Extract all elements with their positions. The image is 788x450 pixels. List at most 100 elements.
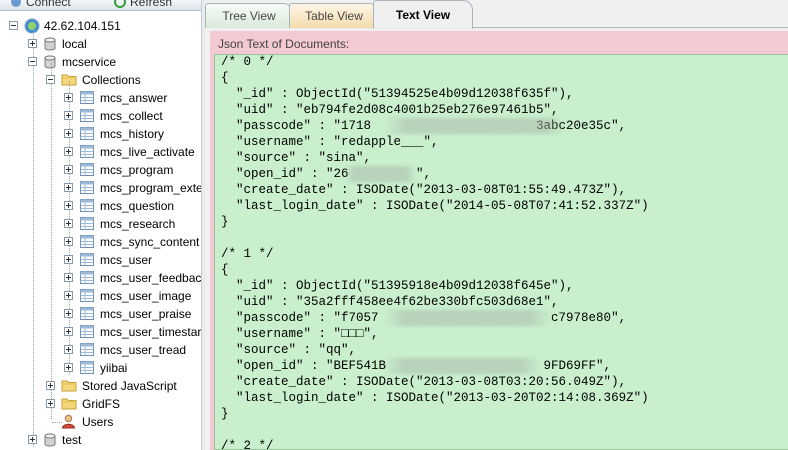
- collection-table-icon: [80, 109, 94, 122]
- tree-collection-item[interactable]: mcs_user_feedback: [0, 269, 201, 287]
- collection-label: mcs_live_activate: [100, 145, 195, 159]
- redaction-blur: [385, 358, 540, 374]
- collection-label: yiibai: [100, 361, 128, 375]
- expand-icon[interactable]: [64, 237, 73, 246]
- collection-table-icon: [80, 235, 94, 248]
- expand-icon[interactable]: [64, 273, 73, 282]
- connect-label: Connect: [26, 0, 71, 9]
- expand-icon[interactable]: [64, 201, 73, 210]
- tree-collection-item[interactable]: yiibai: [0, 359, 201, 377]
- expand-icon[interactable]: [46, 399, 55, 408]
- json-code-line: "create_date" : ISODate("2013-03-08T01:5…: [221, 183, 627, 197]
- collection-label: mcs_sync_content: [100, 235, 200, 249]
- tree-collections-folder[interactable]: Collections: [0, 71, 201, 89]
- json-code-line: /* 2 */: [221, 439, 274, 450]
- collection-label: mcs_answer: [100, 91, 168, 105]
- collection-table-icon: [80, 361, 94, 374]
- expand-icon[interactable]: [64, 165, 73, 174]
- collection-table-icon: [80, 253, 94, 266]
- collection-label: mcs_program: [100, 163, 174, 177]
- database-icon: [44, 433, 56, 447]
- collection-label: mcs_research: [100, 217, 176, 231]
- expand-icon[interactable]: [64, 183, 73, 192]
- json-code-line: /* 0 */: [221, 55, 274, 69]
- document-pane: Tree View Table View Text View Json Text…: [205, 0, 788, 450]
- tree-collection-item[interactable]: mcs_program_exte: [0, 179, 201, 197]
- db-label-local: local: [62, 37, 87, 51]
- database-icon: [44, 37, 56, 51]
- expand-icon[interactable]: [64, 363, 73, 372]
- db-label-mcservice: mcservice: [62, 55, 117, 69]
- tree-collection-item[interactable]: mcs_user_timestar: [0, 323, 201, 341]
- collection-table-icon: [80, 271, 94, 284]
- expand-icon[interactable]: [64, 219, 73, 228]
- collection-table-icon: [80, 91, 94, 104]
- json-code-line: "_id" : ObjectId("51394525e4b09d12038f63…: [221, 87, 574, 101]
- json-code-line: }: [221, 407, 229, 421]
- json-code-line: "username" : "redapple___",: [221, 135, 439, 149]
- json-documents-panel: Json Text of Documents: /* 0 */ { "_id" :…: [210, 31, 788, 450]
- collection-table-icon: [80, 325, 94, 338]
- tree-collection-item[interactable]: mcs_sync_content: [0, 233, 201, 251]
- expand-icon[interactable]: [64, 93, 73, 102]
- expand-icon[interactable]: [64, 147, 73, 156]
- tree-collection-item[interactable]: mcs_program: [0, 161, 201, 179]
- view-tabs: Tree View Table View Text View: [205, 0, 788, 29]
- collection-table-icon: [80, 343, 94, 356]
- redaction-blur: [345, 166, 415, 182]
- json-text-label: Json Text of Documents:: [218, 37, 350, 51]
- expand-icon[interactable]: [46, 381, 55, 390]
- tab-text-view[interactable]: Text View: [373, 0, 473, 29]
- collapse-icon[interactable]: [9, 21, 18, 30]
- tree-collection-item[interactable]: mcs_collect: [0, 107, 201, 125]
- json-text-editor[interactable]: /* 0 */ { "_id" : ObjectId("51394525e4b09…: [214, 54, 788, 450]
- tree-collection-item[interactable]: mcs_answer: [0, 89, 201, 107]
- users-label: Users: [82, 415, 114, 429]
- json-code-line: "last_login_date" : ISODate("2014-05-08T…: [221, 199, 649, 213]
- collection-table-icon: [80, 199, 94, 212]
- expand-icon[interactable]: [64, 309, 73, 318]
- expand-icon[interactable]: [64, 291, 73, 300]
- tree-collection-item[interactable]: mcs_live_activate: [0, 143, 201, 161]
- expand-icon[interactable]: [64, 255, 73, 264]
- collection-label: mcs_question: [100, 199, 175, 213]
- tree-collection-item[interactable]: mcs_user: [0, 251, 201, 269]
- tree-stored-javascript[interactable]: Stored JavaScript: [0, 377, 201, 395]
- tree-collection-item[interactable]: mcs_user_tread: [0, 341, 201, 359]
- expand-icon[interactable]: [28, 435, 37, 444]
- json-code-line: "uid" : "eb794fe2d08c4001b25eb276e97461b…: [221, 103, 559, 117]
- expand-icon[interactable]: [64, 345, 73, 354]
- tree-db-test[interactable]: test: [0, 431, 201, 449]
- collection-table-icon: [80, 181, 94, 194]
- tree-db-local[interactable]: local: [0, 35, 201, 53]
- tree-server-node[interactable]: 42.62.104.151: [0, 17, 201, 35]
- tree-users[interactable]: Users: [0, 413, 201, 431]
- tree-collection-item[interactable]: mcs_user_image: [0, 287, 201, 305]
- tree-collection-item[interactable]: mcs_question: [0, 197, 201, 215]
- tree-db-mcservice[interactable]: mcservice: [0, 53, 201, 71]
- explorer-pane: Connect Refresh 42.62.104.151 local mcserv…: [0, 0, 201, 450]
- server-label: 42.62.104.151: [44, 19, 121, 33]
- expand-icon[interactable]: [64, 111, 73, 120]
- tab-tree-view[interactable]: Tree View: [205, 3, 293, 28]
- folder-icon: [61, 398, 77, 410]
- collapse-icon[interactable]: [46, 75, 55, 84]
- tree-gridfs[interactable]: GridFS: [0, 395, 201, 413]
- collapse-icon[interactable]: [28, 57, 37, 66]
- refresh-button[interactable]: Refresh: [110, 0, 172, 10]
- collection-label: mcs_user: [100, 253, 153, 267]
- collection-table-icon: [80, 163, 94, 176]
- refresh-icon: [114, 0, 126, 8]
- json-code-line: }: [221, 215, 229, 229]
- tree-collection-item[interactable]: mcs_history: [0, 125, 201, 143]
- json-code-line: "last_login_date" : ISODate("2013-03-20T…: [221, 391, 649, 405]
- expand-icon[interactable]: [64, 327, 73, 336]
- expand-icon[interactable]: [28, 39, 37, 48]
- tree-collection-item[interactable]: mcs_user_praise: [0, 305, 201, 323]
- top-toolbar: Connect Refresh: [0, 0, 201, 11]
- collection-table-icon: [80, 307, 94, 320]
- tab-table-view[interactable]: Table View: [289, 3, 379, 28]
- expand-icon[interactable]: [64, 129, 73, 138]
- connect-button[interactable]: Connect: [6, 0, 71, 10]
- tree-collection-item[interactable]: mcs_research: [0, 215, 201, 233]
